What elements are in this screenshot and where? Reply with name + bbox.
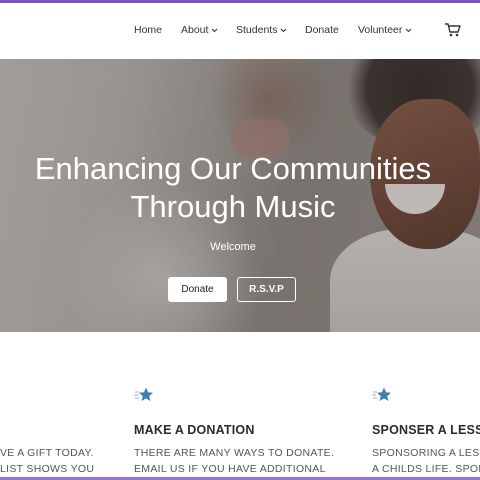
card-text-line: SPONSORING A LESSO: [372, 447, 480, 459]
nav-item-label: Students: [236, 24, 278, 36]
rsvp-button[interactable]: R.S.V.P: [237, 277, 296, 302]
nav-item-label: About: [181, 24, 209, 36]
nav-item-label: Home: [134, 24, 163, 36]
card-text-line: THERE ARE MANY WAYS TO DONATE.: [134, 447, 335, 459]
card-text-line: A CHILDS LIFE. SPONS: [372, 463, 480, 475]
card-donation-text: THERE ARE MANY WAYS TO DONATE. EMAIL US …: [134, 445, 334, 477]
chevron-down-icon: [405, 24, 412, 36]
card-gift-text: VE A GIFT TODAY. LIST SHOWS YOU: [0, 445, 94, 477]
card-title: MAKE A DONATION: [134, 423, 255, 437]
nav-item-students[interactable]: Students: [236, 24, 287, 36]
hero-title: Enhancing Our Communities Through Music: [34, 151, 432, 224]
hero-subtitle: Welcome: [210, 241, 256, 253]
card-text-line: EMAIL US IF YOU HAVE ADDITIONAL: [134, 463, 326, 475]
nav-item-home[interactable]: Home: [134, 24, 162, 36]
nav-item-label: Donate: [305, 24, 339, 36]
star-icon: [372, 386, 392, 404]
nav-item-volunteer[interactable]: Volunteer: [358, 24, 412, 36]
nav-item-about[interactable]: About: [181, 24, 218, 36]
card-text-line: LIST SHOWS YOU: [0, 463, 95, 475]
cart-icon[interactable]: [444, 22, 462, 38]
top-navigation: Home About Students Donate Volunteer: [0, 3, 480, 59]
chevron-down-icon: [211, 24, 218, 36]
star-icon: [134, 386, 154, 404]
card-text-line: VE A GIFT TODAY.: [0, 447, 94, 459]
nav-item-label: Volunteer: [358, 24, 403, 36]
chevron-down-icon: [280, 24, 287, 36]
card-sponsor-text: SPONSORING A LESSO A CHILDS LIFE. SPONS: [372, 445, 480, 477]
nav-item-donate[interactable]: Donate: [305, 24, 339, 36]
donate-button[interactable]: Donate: [168, 277, 227, 302]
card-title: SPONSER A LESSO: [372, 423, 480, 437]
